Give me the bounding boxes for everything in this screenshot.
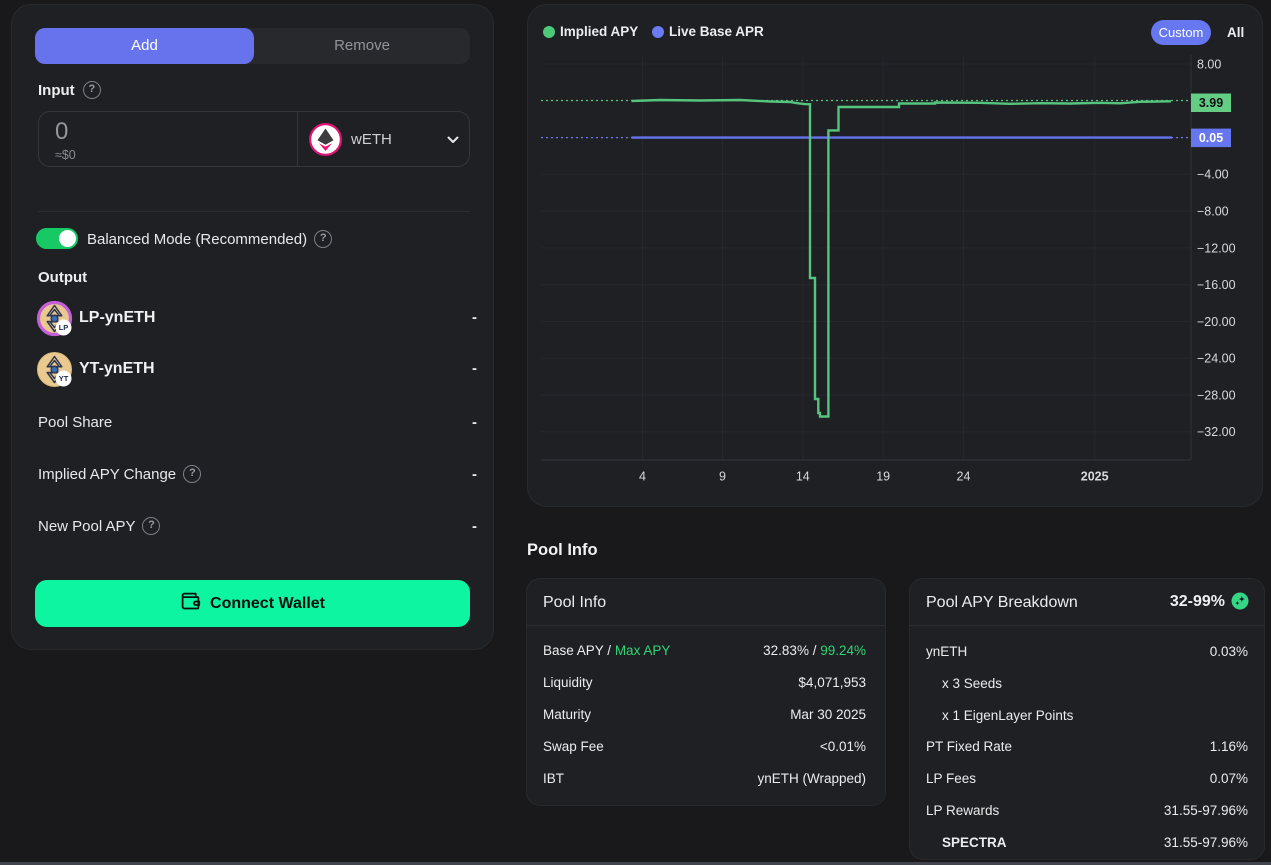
svg-text:19: 19 xyxy=(876,469,890,483)
svg-text:8.00: 8.00 xyxy=(1197,57,1221,71)
svg-text:−28.00: −28.00 xyxy=(1197,388,1236,402)
svg-text:−8.00: −8.00 xyxy=(1197,205,1229,219)
svg-text:14: 14 xyxy=(796,469,810,483)
svg-text:0.05: 0.05 xyxy=(1199,131,1223,145)
svg-text:YT: YT xyxy=(59,374,69,383)
svg-text:9: 9 xyxy=(719,469,726,483)
svg-text:4: 4 xyxy=(639,469,646,483)
svg-text:24: 24 xyxy=(957,469,971,483)
svg-text:−16.00: −16.00 xyxy=(1197,278,1236,292)
svg-text:−24.00: −24.00 xyxy=(1197,352,1236,366)
svg-text:−32.00: −32.00 xyxy=(1197,425,1236,439)
svg-text:3.99: 3.99 xyxy=(1199,96,1223,110)
svg-text:LP: LP xyxy=(59,323,69,332)
svg-text:−20.00: −20.00 xyxy=(1197,315,1236,329)
svg-text:−12.00: −12.00 xyxy=(1197,241,1236,255)
svg-text:2025: 2025 xyxy=(1081,469,1109,483)
svg-text:−4.00: −4.00 xyxy=(1197,168,1229,182)
